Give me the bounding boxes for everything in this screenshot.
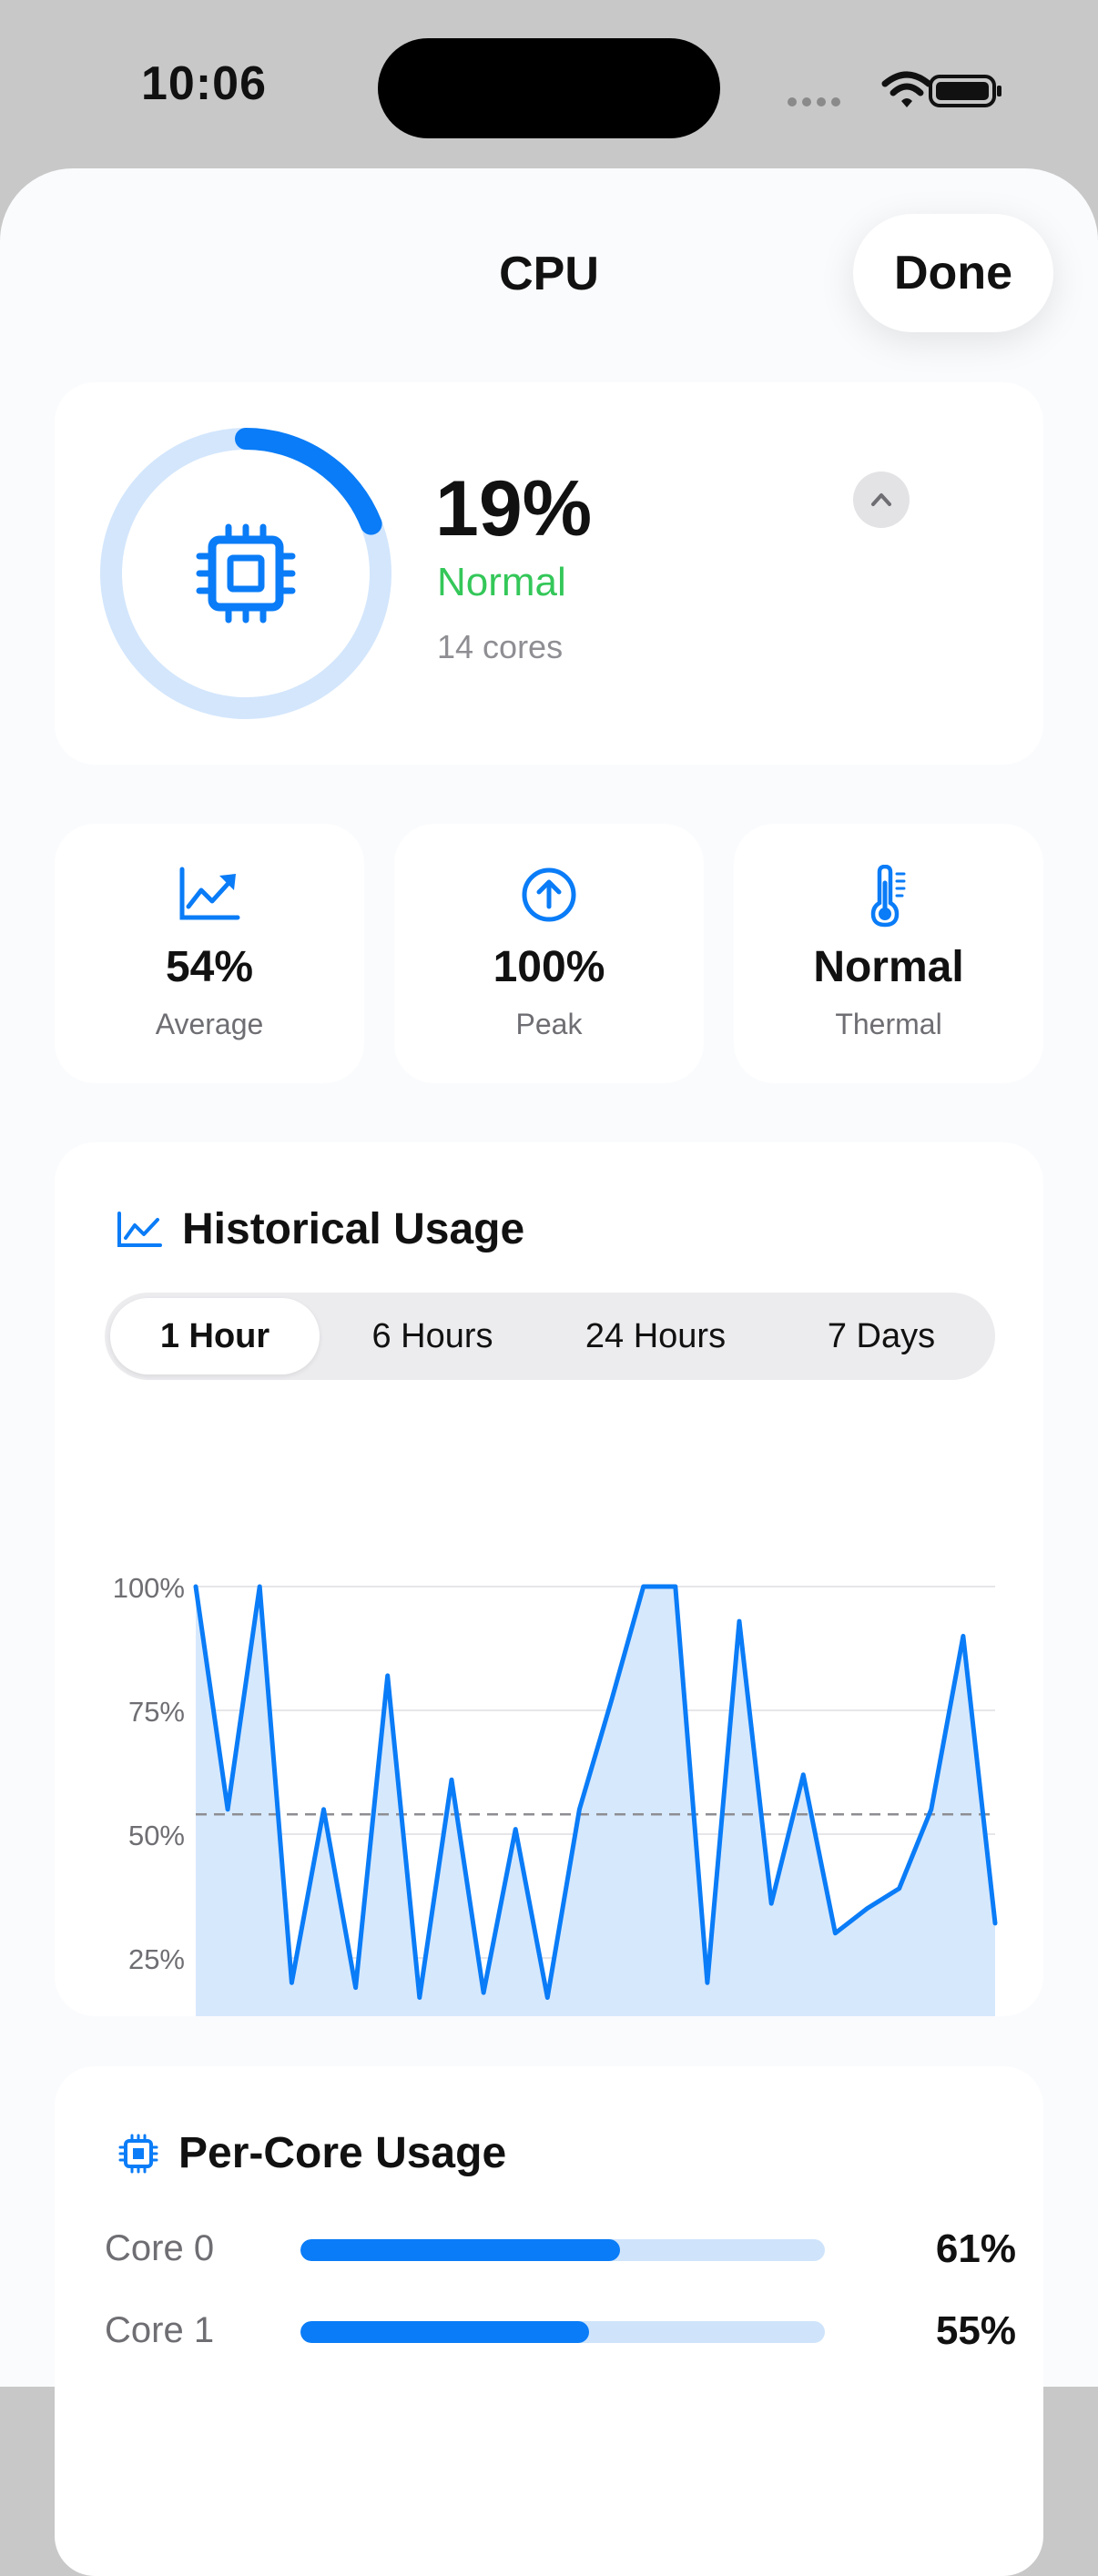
core-percentage: 61% bbox=[935, 2226, 1016, 2271]
peak-label: Peak bbox=[515, 1008, 583, 1040]
done-button[interactable]: Done bbox=[853, 214, 1053, 332]
usage-area bbox=[196, 1587, 995, 2016]
peak-value: 100% bbox=[493, 943, 605, 991]
arrow-up-circle-icon bbox=[522, 867, 576, 922]
per-core-usage-card: Per-Core Usage Core 0 61% Core 1 55% bbox=[55, 2066, 1043, 2576]
core-usage-fill bbox=[300, 2321, 589, 2343]
usage-status: Normal bbox=[437, 560, 566, 604]
usage-ring bbox=[100, 428, 391, 719]
core-usage-fill bbox=[300, 2239, 621, 2261]
core-label: Core 1 bbox=[105, 2310, 215, 2350]
wifi-icon bbox=[881, 71, 932, 107]
per-core-title: Per-Core Usage bbox=[178, 2129, 507, 2177]
core-label: Core 0 bbox=[105, 2228, 215, 2268]
average-label: Average bbox=[155, 1008, 264, 1040]
chart-trend-icon bbox=[179, 867, 240, 920]
thermometer-icon bbox=[870, 865, 906, 928]
core-usage-bar bbox=[300, 2321, 825, 2343]
thermal-value: Normal bbox=[813, 943, 964, 991]
y-tick-label: 25% bbox=[128, 1943, 185, 1975]
dynamic-island bbox=[378, 38, 720, 138]
per-core-header: Per-Core Usage bbox=[118, 2128, 506, 2178]
thermal-label: Thermal bbox=[835, 1008, 942, 1040]
battery-icon bbox=[929, 75, 1001, 107]
core-usage-bar bbox=[300, 2239, 825, 2261]
y-tick-label: 50% bbox=[128, 1820, 185, 1851]
status-icons bbox=[788, 71, 1001, 107]
core-count: 14 cores bbox=[437, 628, 564, 665]
core-row: Core 0 61% bbox=[55, 2221, 1043, 2276]
core-row: Core 1 55% bbox=[55, 2303, 1043, 2358]
peak-stat-card: 100% Peak bbox=[394, 824, 704, 1083]
cellular-signal-icon bbox=[788, 97, 840, 106]
cpu-summary-card: 19% Normal 14 cores bbox=[55, 382, 1043, 765]
status-time: 10:06 bbox=[141, 57, 267, 110]
cpu-chip-small-icon bbox=[118, 2134, 158, 2173]
thermal-stat-card: Normal Thermal bbox=[734, 824, 1043, 1083]
y-axis-labels: 100%75%50%25%0% bbox=[113, 1572, 185, 1975]
y-tick-label: 100% bbox=[113, 1572, 185, 1604]
chevron-up-icon bbox=[871, 493, 891, 506]
historical-usage-card: Historical Usage 1 Hour 6 Hours 24 Hours… bbox=[55, 1142, 1043, 2016]
core-percentage: 55% bbox=[935, 2308, 1016, 2353]
average-stat-card: 54% Average bbox=[55, 824, 364, 1083]
cpu-chip-icon bbox=[196, 523, 296, 624]
y-tick-label: 75% bbox=[128, 1696, 185, 1728]
average-value: 54% bbox=[165, 943, 254, 991]
status-bar: 10:06 bbox=[0, 0, 1098, 173]
usage-history-chart: 100%75%50%25%0% 10:0510:0510:0510:0510:0… bbox=[113, 1572, 998, 2016]
usage-percentage: 19% bbox=[435, 465, 593, 553]
collapse-button[interactable] bbox=[853, 472, 910, 528]
cpu-detail-sheet: CPU Done 19% Normal 14 cores 54% Average… bbox=[0, 168, 1098, 2576]
